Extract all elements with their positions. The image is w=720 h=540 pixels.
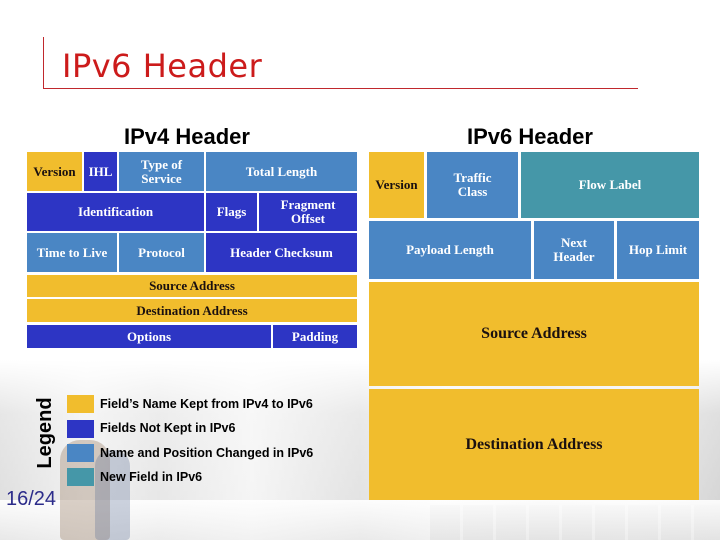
- legend-label-changed: Name and Position Changed in IPv6: [100, 446, 314, 460]
- legend-title: Legend: [34, 397, 56, 469]
- ipv6-source-address-field: Source Address: [369, 282, 699, 386]
- ipv4-tos-field: Type of Service: [119, 152, 204, 191]
- slide-title: IPv6 Header: [62, 47, 263, 85]
- ipv4-heading: IPv4 Header: [124, 124, 250, 149]
- ipv4-destination-address-field: Destination Address: [27, 299, 357, 322]
- ipv4-identification-field: Identification: [27, 193, 204, 231]
- ipv4-ihl-field: IHL: [84, 152, 117, 191]
- title-accent-vertical-line: [43, 37, 44, 89]
- ipv6-destination-address-field: Destination Address: [369, 389, 699, 500]
- ipv4-padding-field: Padding: [273, 325, 357, 348]
- ipv6-next-header-field: Next Header: [534, 221, 614, 279]
- ipv4-fragment-offset-field: Fragment Offset: [259, 193, 357, 231]
- ipv6-heading: IPv6 Header: [467, 124, 593, 149]
- ipv4-version-field: Version: [27, 152, 82, 191]
- ipv4-flags-field: Flags: [206, 193, 257, 231]
- ipv4-total-length-field: Total Length: [206, 152, 357, 191]
- ipv4-checksum-field: Header Checksum: [206, 233, 357, 272]
- background-person: [95, 450, 130, 540]
- ipv6-hop-limit-field: Hop Limit: [617, 221, 699, 279]
- legend-swatch-not-kept: [67, 420, 94, 438]
- ipv4-protocol-field: Protocol: [119, 233, 204, 272]
- ipv6-flow-label-field: Flow Label: [521, 152, 699, 218]
- title-accent-horizontal-line: [43, 88, 638, 89]
- legend-label-kept: Field’s Name Kept from IPv4 to IPv6: [100, 397, 313, 411]
- legend-swatch-changed: [67, 444, 94, 462]
- legend-swatch-kept: [67, 395, 94, 413]
- legend-swatch-new: [67, 468, 94, 486]
- ipv4-ttl-field: Time to Live: [27, 233, 117, 272]
- legend-label-not-kept: Fields Not Kept in IPv6: [100, 421, 236, 435]
- ipv4-source-address-field: Source Address: [27, 275, 357, 297]
- ipv6-payload-length-field: Payload Length: [369, 221, 531, 279]
- ipv6-traffic-class-field: Traffic Class: [427, 152, 518, 218]
- ipv6-version-field: Version: [369, 152, 424, 218]
- ipv4-options-field: Options: [27, 325, 271, 348]
- page-number: 16/24: [6, 488, 57, 510]
- legend-label-new: New Field in IPv6: [100, 470, 203, 484]
